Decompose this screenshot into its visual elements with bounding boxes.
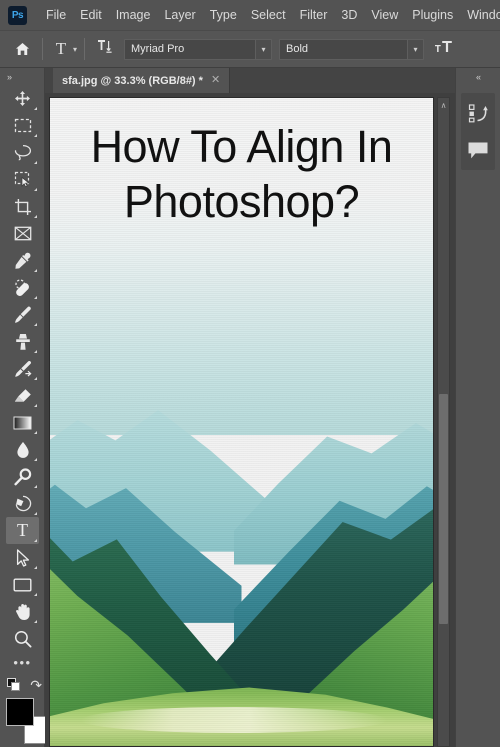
blur-tool[interactable] bbox=[6, 436, 39, 463]
menu-item-select[interactable]: Select bbox=[244, 0, 293, 31]
menu-item-file[interactable]: File bbox=[39, 0, 73, 31]
more-tools-icon: ••• bbox=[13, 655, 31, 670]
document-tab[interactable]: sfa.jpg @ 33.3% (RGB/8#) * ✕ bbox=[53, 68, 230, 93]
flyout-indicator bbox=[34, 269, 37, 272]
flyout-indicator bbox=[34, 566, 37, 569]
flyout-indicator bbox=[34, 404, 37, 407]
home-button[interactable] bbox=[9, 36, 35, 62]
headline-text[interactable]: How To Align In Photoshop? bbox=[50, 120, 433, 230]
flyout-indicator bbox=[34, 215, 37, 218]
frame-tool[interactable] bbox=[6, 220, 39, 247]
menu-item-window[interactable]: Window bbox=[460, 0, 500, 31]
flyout-indicator bbox=[34, 323, 37, 326]
crop-tool[interactable] bbox=[6, 193, 39, 220]
gradient-tool[interactable] bbox=[6, 409, 39, 436]
flyout-indicator bbox=[34, 296, 37, 299]
zoom-tool[interactable] bbox=[6, 625, 39, 652]
flyout-indicator bbox=[34, 377, 37, 380]
brush-tool[interactable] bbox=[6, 301, 39, 328]
default-background-chip bbox=[11, 682, 20, 691]
flyout-indicator bbox=[34, 485, 37, 488]
menu-bar: Ps File Edit Image Layer Type Select Fil… bbox=[0, 0, 500, 31]
text-orientation-icon bbox=[96, 38, 114, 60]
dodge-tool[interactable] bbox=[6, 463, 39, 490]
font-size-icon bbox=[434, 39, 454, 60]
menu-item-plugins[interactable]: Plugins bbox=[405, 0, 460, 31]
move-tool[interactable] bbox=[6, 85, 39, 112]
photoshop-window: Ps File Edit Image Layer Type Select Fil… bbox=[0, 0, 500, 747]
options-divider-2 bbox=[84, 38, 85, 60]
font-family-value: Myriad Pro bbox=[125, 43, 255, 55]
font-style-value: Bold bbox=[280, 43, 407, 55]
flyout-indicator bbox=[34, 593, 37, 596]
flyout-indicator bbox=[34, 134, 37, 137]
options-divider-1 bbox=[42, 38, 43, 60]
tool-preset-picker[interactable]: T ▾ bbox=[50, 37, 77, 61]
menu-item-view[interactable]: View bbox=[364, 0, 405, 31]
flyout-indicator bbox=[34, 620, 37, 623]
document-tab-title: sfa.jpg @ 33.3% (RGB/8#) * bbox=[62, 75, 203, 87]
image-trail bbox=[81, 707, 387, 733]
clone-stamp-tool[interactable] bbox=[6, 328, 39, 355]
document-tab-bar: sfa.jpg @ 33.3% (RGB/8#) * ✕ bbox=[45, 68, 500, 93]
more-tools-button[interactable]: ••• bbox=[6, 652, 39, 672]
panel-icon-divider bbox=[461, 128, 495, 135]
hand-tool[interactable] bbox=[6, 598, 39, 625]
type-tool-preset-icon: T bbox=[50, 39, 72, 59]
flyout-indicator bbox=[34, 161, 37, 164]
document-canvas[interactable]: How To Align In Photoshop? bbox=[49, 97, 434, 747]
rectangular-marquee-tool[interactable] bbox=[6, 112, 39, 139]
comment-panel-icon[interactable] bbox=[461, 135, 495, 165]
menu-item-edit[interactable]: Edit bbox=[73, 0, 109, 31]
spot-healing-brush-tool[interactable] bbox=[6, 274, 39, 301]
options-bar: T ▾ Myriad Pro ▾ Bold ▾ bbox=[0, 31, 500, 68]
swap-colors-icon[interactable]: ↷ bbox=[30, 677, 42, 694]
menu-item-type[interactable]: Type bbox=[203, 0, 244, 31]
history-brush-tool[interactable] bbox=[6, 355, 39, 382]
scroll-up-arrow-icon[interactable]: ∧ bbox=[438, 98, 449, 112]
default-colors-icon[interactable] bbox=[7, 678, 20, 691]
chevron-down-icon[interactable]: ▾ bbox=[255, 40, 271, 59]
object-selection-tool[interactable] bbox=[6, 166, 39, 193]
foreground-color-swatch[interactable] bbox=[6, 698, 34, 726]
home-icon bbox=[15, 42, 30, 56]
flyout-indicator bbox=[34, 431, 37, 434]
flyout-indicator bbox=[34, 188, 37, 191]
flyout-indicator bbox=[34, 458, 37, 461]
menu-item-3d[interactable]: 3D bbox=[334, 0, 364, 31]
flyout-indicator bbox=[34, 512, 37, 515]
eyedropper-tool[interactable] bbox=[6, 247, 39, 274]
menu-item-layer[interactable]: Layer bbox=[157, 0, 202, 31]
menu-item-filter[interactable]: Filter bbox=[293, 0, 335, 31]
flyout-indicator bbox=[34, 539, 37, 542]
right-panel-dock: « bbox=[455, 68, 500, 747]
flyout-indicator bbox=[34, 350, 37, 353]
color-swatches: ↷ bbox=[6, 678, 44, 747]
rectangle-tool[interactable] bbox=[6, 571, 39, 598]
close-icon[interactable]: ✕ bbox=[211, 75, 220, 86]
path-selection-tool[interactable] bbox=[6, 544, 39, 571]
tools-panel: » bbox=[0, 68, 45, 747]
canvas-area: How To Align In Photoshop? ∧ bbox=[45, 93, 500, 747]
font-style-select[interactable]: Bold ▾ bbox=[279, 39, 424, 60]
text-orientation-button[interactable] bbox=[92, 36, 118, 62]
chevron-down-icon[interactable]: ▾ bbox=[407, 40, 423, 59]
font-family-select[interactable]: Myriad Pro ▾ bbox=[124, 39, 272, 60]
panel-icon-group bbox=[461, 93, 495, 170]
photoshop-logo: Ps bbox=[8, 6, 27, 25]
lasso-tool[interactable] bbox=[6, 139, 39, 166]
type-tool[interactable]: T bbox=[6, 517, 39, 544]
toolbar-expand-button[interactable]: » bbox=[0, 68, 44, 85]
menu-item-image[interactable]: Image bbox=[109, 0, 158, 31]
collapse-panels-button[interactable]: « bbox=[456, 68, 500, 85]
chevron-down-icon: ▾ bbox=[73, 45, 77, 54]
canvas-vertical-scrollbar[interactable]: ∧ bbox=[437, 97, 450, 747]
history-panel-icon[interactable] bbox=[461, 98, 495, 128]
font-size-button[interactable] bbox=[431, 36, 457, 62]
scrollbar-thumb[interactable] bbox=[439, 394, 448, 624]
type-tool-icon: T bbox=[17, 520, 28, 541]
flyout-indicator bbox=[34, 107, 37, 110]
pen-tool[interactable] bbox=[6, 490, 39, 517]
eraser-tool[interactable] bbox=[6, 382, 39, 409]
